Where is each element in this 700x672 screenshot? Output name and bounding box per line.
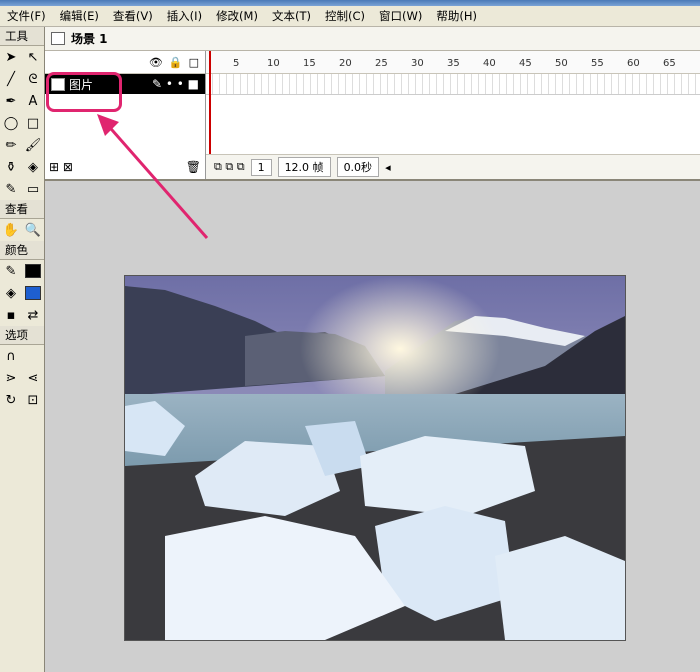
stage-area[interactable]	[45, 181, 700, 672]
ruler-tick: 60	[627, 58, 640, 69]
brush-icon[interactable]: 🖌	[22, 134, 44, 156]
outline-icon[interactable]: □	[189, 56, 199, 69]
smooth-icon[interactable]: ⋗	[0, 367, 22, 389]
lasso-icon[interactable]: ᘓ	[22, 68, 44, 90]
toolbox-panel: 工具 ➤ ↖ ╱ ᘓ ✒ A ◯ □ ✏ 🖌 ⚱ ◈ ✎ ▭ 查看 ✋ 🔍 颜色…	[0, 27, 45, 672]
ruler-tick: 25	[375, 58, 388, 69]
line-icon[interactable]: ╱	[0, 68, 22, 90]
scroll-left-icon[interactable]: ◂	[385, 161, 391, 174]
stroke-color-swatch[interactable]	[22, 260, 44, 282]
stage-photo[interactable]	[124, 275, 626, 641]
menu-help[interactable]: 帮助(H)	[429, 8, 484, 24]
frame-rate: 12.0 帧	[277, 157, 331, 177]
ruler-tick: 15	[303, 58, 316, 69]
hand-icon[interactable]: ✋	[0, 219, 22, 241]
blank-option	[22, 345, 44, 367]
eye-icon[interactable]: 👁	[149, 56, 163, 69]
layer-header: 👁 🔒 □	[45, 51, 205, 74]
color-section-title: 颜色	[0, 241, 44, 260]
lock-icon[interactable]: 🔒	[169, 56, 183, 69]
snap-magnet-icon[interactable]: ∩	[0, 345, 22, 367]
menu-text[interactable]: 文本(T)	[265, 8, 318, 24]
ruler-tick: 10	[267, 58, 280, 69]
default-colors-icon[interactable]: ▪	[0, 304, 22, 326]
landscape-image	[125, 276, 625, 640]
frames-panel: 5 10 15 20 25 30 35 40 45 50 55 60 65 ⧉ …	[206, 51, 700, 179]
toolbox-title: 工具	[0, 27, 44, 46]
scene-bar: 场景 1	[45, 27, 700, 51]
scene-name: 场景 1	[71, 32, 108, 46]
ruler-tick: 30	[411, 58, 424, 69]
text-icon[interactable]: A	[22, 90, 44, 112]
menu-window[interactable]: 窗口(W)	[372, 8, 429, 24]
ruler-tick: 45	[519, 58, 532, 69]
pencil-icon[interactable]: ✏	[0, 134, 22, 156]
rotate-icon[interactable]: ↻	[0, 389, 22, 411]
arrow-icon[interactable]: ➤	[0, 46, 22, 68]
menu-edit[interactable]: 编辑(E)	[53, 8, 106, 24]
ruler-tick: 35	[447, 58, 460, 69]
eraser-icon[interactable]: ▭	[22, 178, 44, 200]
ink-bottle-icon[interactable]: ⚱	[0, 156, 22, 178]
straighten-icon[interactable]: ⋖	[22, 367, 44, 389]
ruler-tick: 20	[339, 58, 352, 69]
frame-row[interactable]	[206, 74, 700, 95]
add-layer-icon[interactable]: ⊞ ⊠	[49, 160, 73, 174]
ruler-tick: 50	[555, 58, 568, 69]
current-frame: 1	[250, 158, 272, 176]
menu-file[interactable]: 文件(F)	[0, 8, 53, 24]
ruler-tick: 55	[591, 58, 604, 69]
layer-highlight-box	[46, 72, 122, 112]
swap-colors-icon[interactable]: ⇄	[22, 304, 44, 326]
menu-insert[interactable]: 插入(I)	[160, 8, 209, 24]
menu-control[interactable]: 控制(C)	[318, 8, 372, 24]
subselect-icon[interactable]: ↖	[22, 46, 44, 68]
stroke-color-icon: ✎	[5, 263, 17, 279]
oval-icon[interactable]: ◯	[0, 112, 22, 134]
paint-bucket-icon[interactable]: ◈	[22, 156, 44, 178]
annotation-arrow-icon	[97, 114, 209, 239]
fill-color-swatch[interactable]	[22, 282, 44, 304]
elapsed-time: 0.0秒	[336, 157, 380, 177]
scale-icon[interactable]: ⊡	[22, 389, 44, 411]
options-section-title: 选项	[0, 326, 44, 345]
pencil-icon: ✎ • • ■	[152, 77, 199, 91]
ruler-tick: 5	[233, 58, 240, 69]
view-section-title: 查看	[0, 200, 44, 219]
menu-view[interactable]: 查看(V)	[106, 8, 160, 24]
eyedropper-icon[interactable]: ✎	[0, 178, 22, 200]
menu-bar: 文件(F) 编辑(E) 查看(V) 插入(I) 修改(M) 文本(T) 控制(C…	[0, 6, 700, 27]
ruler-tick: 40	[483, 58, 496, 69]
frame-ruler[interactable]: 5 10 15 20 25 30 35 40 45 50 55 60 65	[206, 51, 700, 74]
scene-icon	[51, 32, 65, 45]
menu-modify[interactable]: 修改(M)	[209, 8, 265, 24]
fill-color-icon: ◈	[6, 285, 16, 301]
ruler-tick: 65	[663, 58, 676, 69]
pen-icon[interactable]: ✒	[0, 90, 22, 112]
timeline-status: ⧉ ⧉ ⧉ 1 12.0 帧 0.0秒 ◂	[206, 154, 700, 179]
zoom-icon[interactable]: 🔍	[22, 219, 44, 241]
rect-icon[interactable]: □	[22, 112, 44, 134]
